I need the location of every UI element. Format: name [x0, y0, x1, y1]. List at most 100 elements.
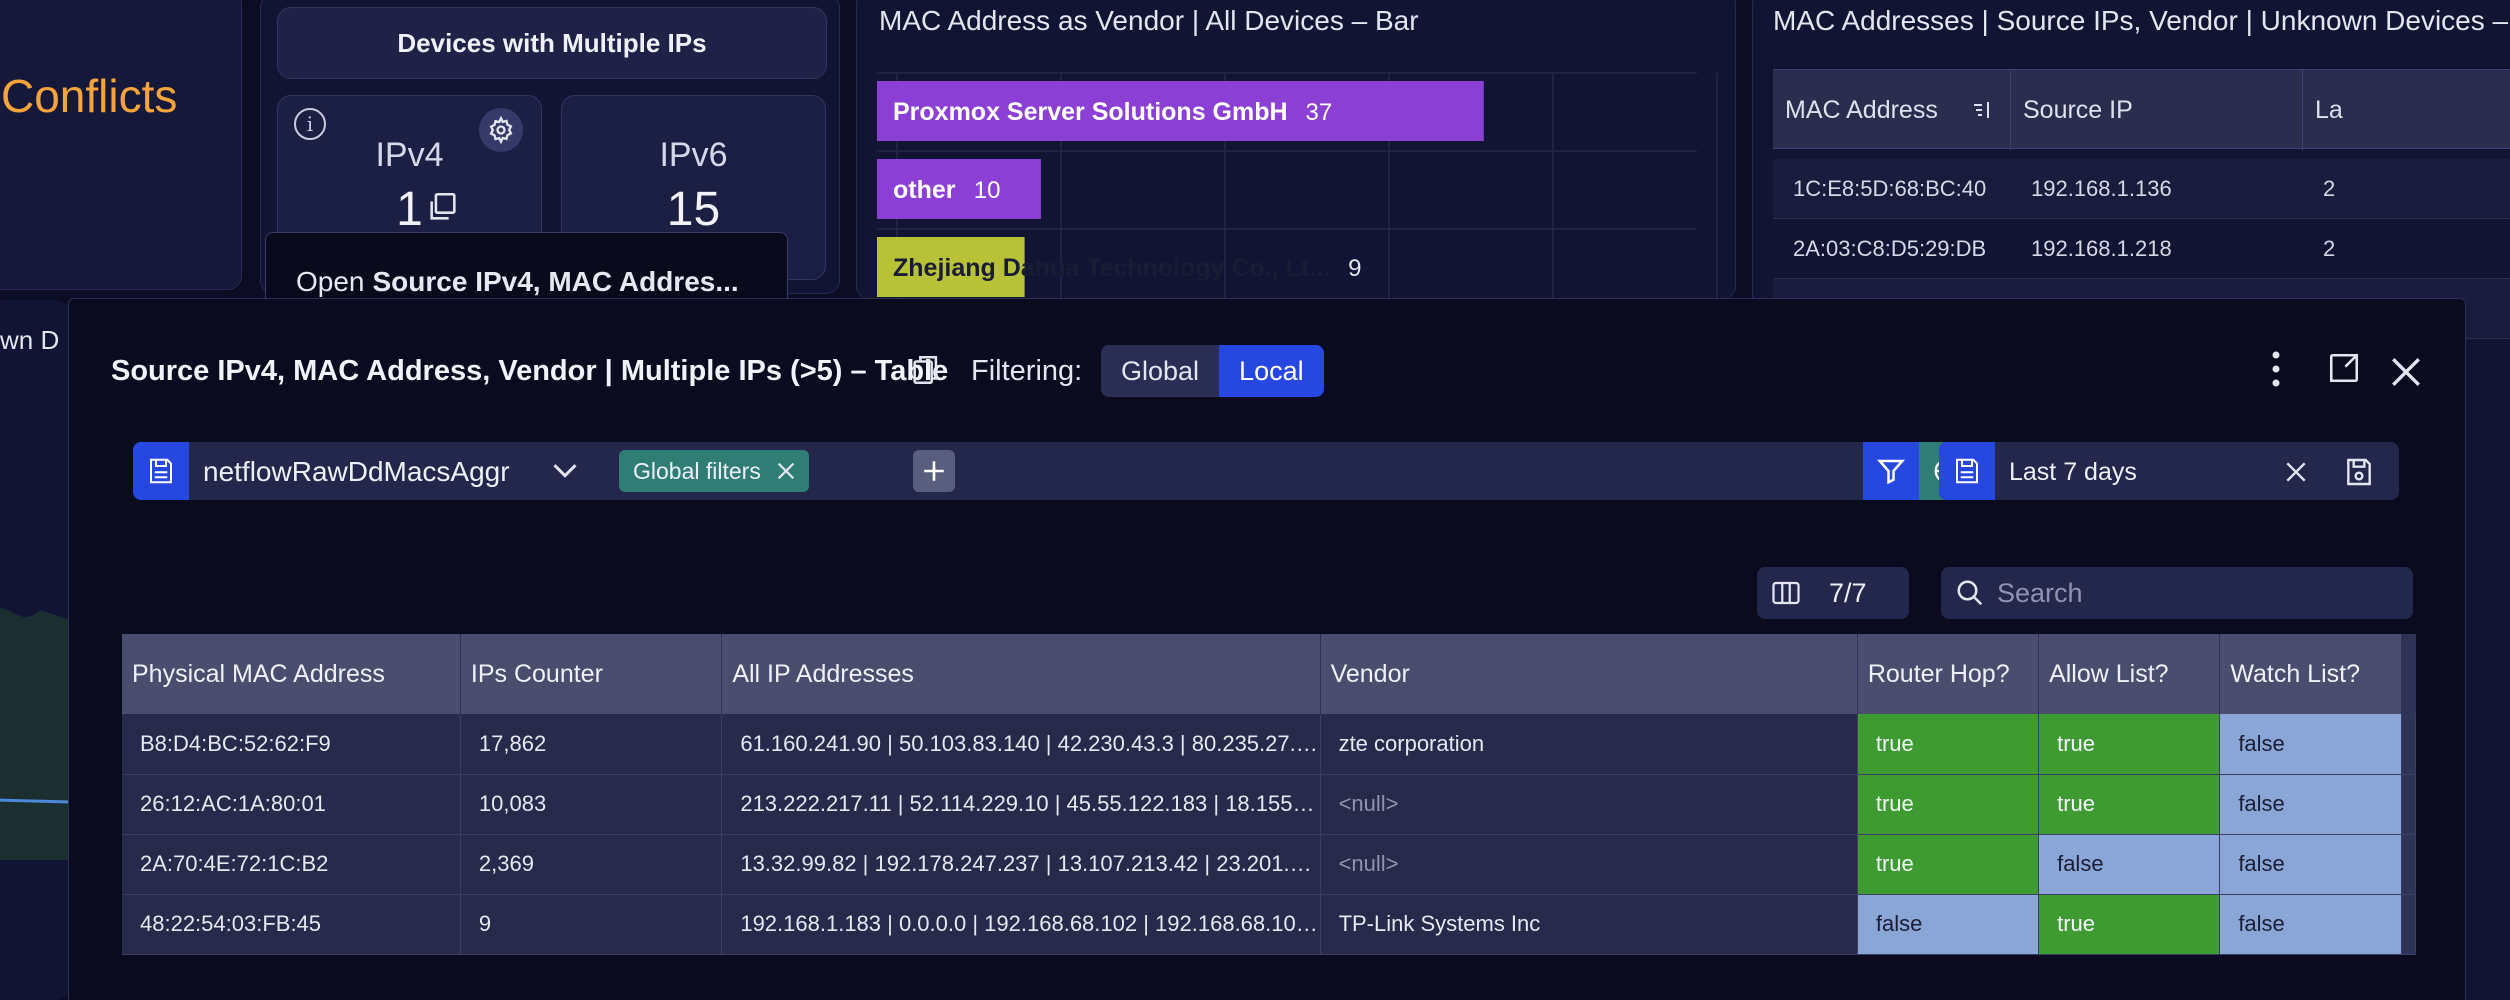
- conflicts-title: Conflicts: [1, 70, 178, 122]
- allow-list-cell: true: [2038, 714, 2221, 775]
- kebab-menu-icon[interactable]: [2269, 349, 2283, 389]
- table-body: B8:D4:BC:52:62:F9 17,862 61.160.241.90 | 5…: [122, 714, 2417, 955]
- mac-table-row[interactable]: 1C:E8:5D:68:BC:40 192.168.1.136 2: [1773, 159, 2510, 219]
- modal-title: Source IPv4, MAC Address, Vendor | Multi…: [111, 355, 949, 387]
- chart-bar-label: Zhejiang Dahua Technology Co., Lt...: [893, 254, 1330, 282]
- chart-value-label: 9: [1348, 255, 1361, 282]
- all-ip-cell: 13.32.99.82 | 192.178.247.237 | 13.107.2…: [721, 834, 1321, 895]
- open-table-icon[interactable]: [426, 190, 460, 224]
- search-input[interactable]: [1997, 577, 2377, 609]
- save-icon[interactable]: [2343, 456, 2375, 488]
- columns-button[interactable]: 7/7: [1757, 567, 1909, 619]
- table-header-row: Physical MAC Address IPs Counter All IP Ad…: [122, 634, 2417, 714]
- left-strip-card: wn D: [0, 300, 70, 1000]
- table-row[interactable]: B8:D4:BC:52:62:F9 17,862 61.160.241.90 | 5…: [122, 714, 2417, 775]
- router-hop-cell: true: [1857, 774, 2040, 835]
- vendor-cell: <null>: [1320, 774, 1858, 835]
- table-row[interactable]: 2A:70:4E:72:1C:B2 2,369 13.32.99.82 | 192.…: [122, 834, 2417, 895]
- mac-table-cell: 192.168.1.218: [2031, 236, 2172, 261]
- filtering-toggle[interactable]: Global Local: [1101, 345, 1324, 397]
- ipv4-label: IPv4: [375, 136, 444, 174]
- ips-counter-column-header[interactable]: IPs Counter: [460, 634, 723, 714]
- mac-table-header: MAC Address Source IP La: [1773, 69, 2510, 150]
- mac-table-cell: 2A:03:C8:D5:29:DB: [1793, 236, 1987, 261]
- sort-icon[interactable]: [1970, 98, 1994, 122]
- mac-column-header[interactable]: MAC Address: [1773, 70, 2011, 150]
- router-hop-cell: false: [1857, 894, 2040, 955]
- third-column-header[interactable]: La: [2303, 70, 2510, 150]
- conflicts-card: Conflicts: [0, 0, 242, 290]
- allow-list-column-header[interactable]: Allow List?: [2038, 634, 2221, 714]
- expand-icon[interactable]: [2327, 351, 2361, 385]
- mac-table-row[interactable]: 2A:03:C8:D5:29:DB 192.168.1.218 2: [1773, 219, 2510, 279]
- time-range-bar: Last 7 days: [1939, 442, 2399, 500]
- time-range-select[interactable]: Last 7 days: [2009, 458, 2137, 487]
- vendor-cell: TP-Link Systems Inc: [1320, 894, 1858, 955]
- router-hop-cell: true: [1857, 714, 2040, 775]
- table-scrollbar-track: [2401, 774, 2417, 835]
- mac-table-cell: 192.168.1.136: [2031, 176, 2172, 201]
- chart-value-label: 10: [974, 177, 1001, 204]
- mac-cell: 2A:70:4E:72:1C:B2: [122, 834, 461, 895]
- add-filter-button[interactable]: [913, 450, 955, 492]
- clear-time-icon[interactable]: [2283, 459, 2309, 485]
- mac-table-title: MAC Addresses | Source IPs, Vendor | Unk…: [1773, 5, 2509, 36]
- all-ip-cell: 61.160.241.90 | 50.103.83.140 | 42.230.4…: [721, 714, 1321, 775]
- ips-counter-cell: 2,369: [460, 834, 723, 895]
- ipv6-value: 15: [666, 183, 721, 236]
- all-ip-column-header[interactable]: All IP Addresses: [721, 634, 1321, 714]
- chevron-down-icon[interactable]: [551, 460, 579, 482]
- table-scrollbar-track: [2401, 714, 2417, 775]
- ipv6-label: IPv6: [659, 136, 728, 174]
- mac-cell: 26:12:AC:1A:80:01: [122, 774, 461, 835]
- datasource-icon[interactable]: [133, 442, 189, 500]
- vendor-cell: <null>: [1320, 834, 1858, 895]
- table-row[interactable]: 48:22:54:03:FB:45 9 192.168.1.183 | 0.0.0.…: [122, 894, 2417, 955]
- query-bar: netflowRawDdMacsAggr Global filters: [133, 442, 1975, 500]
- filter-button[interactable]: [1863, 442, 1919, 500]
- toggle-local-button[interactable]: Local: [1219, 345, 1324, 397]
- watch-list-cell: false: [2219, 714, 2402, 775]
- toggle-global-button[interactable]: Global: [1101, 345, 1220, 397]
- watch-list-cell: false: [2219, 834, 2402, 895]
- watch-list-cell: false: [2219, 894, 2402, 955]
- mac-cell: 48:22:54:03:FB:45: [122, 894, 461, 955]
- tooltip-prefix: Open: [296, 266, 365, 297]
- allow-list-cell: true: [2038, 894, 2221, 955]
- source-ip-column-header[interactable]: Source IP: [2011, 70, 2303, 150]
- mac-column-label: MAC Address: [1785, 95, 1938, 124]
- devices-panel-title: Devices with Multiple IPs: [277, 7, 827, 79]
- table-scrollbar[interactable]: [2401, 634, 2417, 714]
- mac-table-cell: 1C:E8:5D:68:BC:40: [1793, 176, 1987, 201]
- ips-counter-cell: 10,083: [460, 774, 723, 835]
- columns-icon: [1772, 581, 1800, 605]
- datasource-select[interactable]: netflowRawDdMacsAggr: [203, 456, 510, 488]
- chart-bar-label: Proxmox Server Solutions GmbH: [893, 98, 1288, 126]
- close-icon[interactable]: [2389, 355, 2423, 389]
- ips-counter-cell: 9: [460, 894, 723, 955]
- watch-list-cell: false: [2219, 774, 2402, 835]
- remove-chip-icon[interactable]: [775, 460, 797, 482]
- time-preset-icon[interactable]: [1939, 442, 1995, 500]
- bar-chart-card: MAC Address as Vendor | All Devices – Ba…: [856, 0, 1736, 301]
- all-ip-cell: 192.168.1.183 | 0.0.0.0 | 192.168.68.102…: [721, 894, 1321, 955]
- global-filters-chip[interactable]: Global filters: [619, 450, 809, 492]
- table-modal: Source IPv4, MAC Address, Vendor | Multi…: [68, 298, 2466, 1000]
- vendor-column-header[interactable]: Vendor: [1320, 634, 1858, 714]
- funnel-icon: [1876, 459, 1906, 485]
- mac-column-header[interactable]: Physical MAC Address: [122, 634, 461, 714]
- allow-list-cell: true: [2038, 774, 2221, 835]
- copy-icon[interactable]: [909, 352, 943, 388]
- bar-chart-plot: Proxmox Server Solutions GmbH other Zhejia…: [877, 72, 1718, 301]
- chart-bar-label: other: [893, 176, 956, 204]
- left-strip-chart: [0, 608, 70, 860]
- search-box[interactable]: [1941, 567, 2413, 619]
- search-icon: [1957, 580, 1983, 606]
- watch-list-column-header[interactable]: Watch List?: [2219, 634, 2402, 714]
- ips-counter-cell: 17,862: [460, 714, 723, 775]
- table-row[interactable]: 26:12:AC:1A:80:01 10,083 213.222.217.11 | …: [122, 774, 2417, 835]
- columns-count: 7/7: [1829, 577, 1867, 608]
- router-hop-column-header[interactable]: Router Hop?: [1857, 634, 2040, 714]
- global-filters-label: Global filters: [633, 457, 761, 484]
- ipv4-value: 1: [396, 183, 423, 236]
